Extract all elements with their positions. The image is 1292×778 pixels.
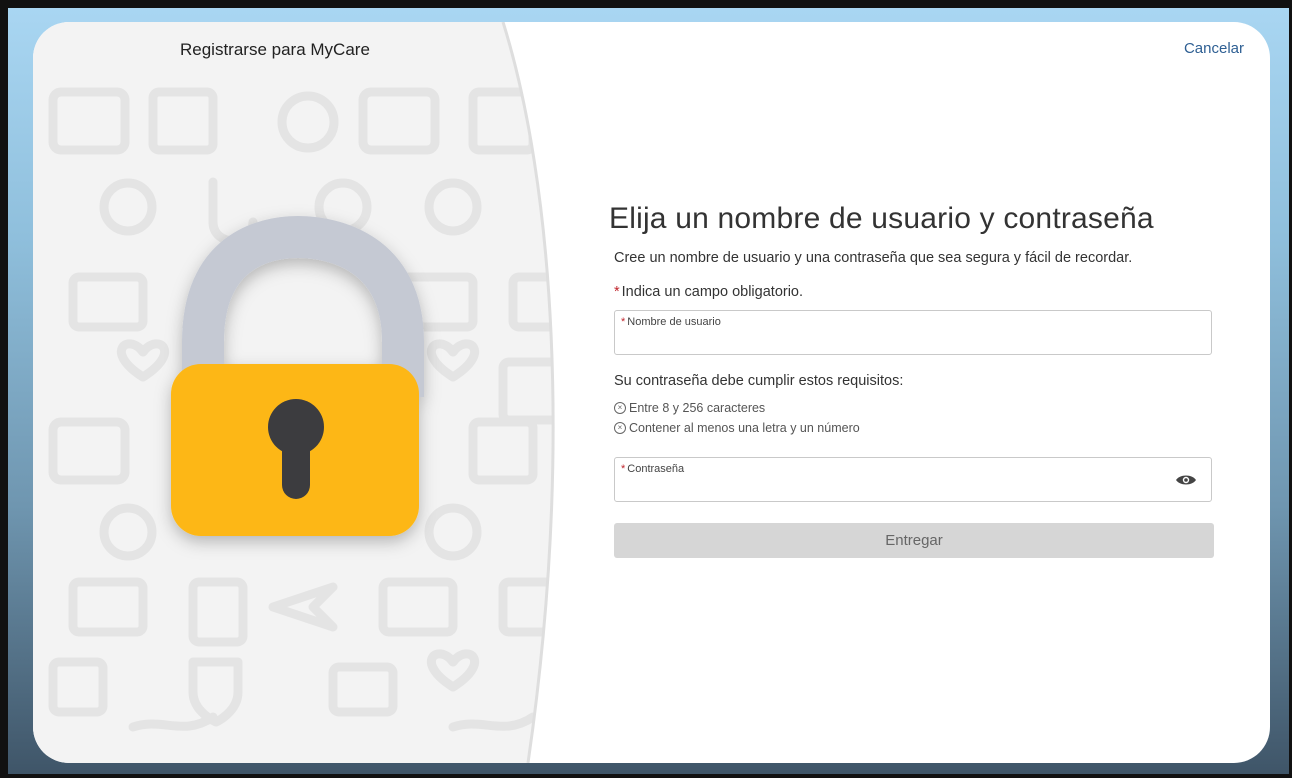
submit-button[interactable]: Entregar (614, 523, 1214, 558)
x-circle-icon: × (614, 402, 626, 414)
cancel-link[interactable]: Cancelar (1184, 40, 1244, 57)
username-label: * Nombre de usuario (621, 316, 721, 328)
registration-form: Elija un nombre de usuario y contraseña … (609, 202, 1214, 558)
lock-illustration (33, 22, 555, 763)
page-heading: Elija un nombre de usuario y contraseña (609, 202, 1154, 235)
required-field-note: * Indica un campo obligatorio. (614, 284, 1214, 300)
password-label: * Contraseña (621, 463, 685, 475)
keyhole (282, 432, 310, 499)
password-requirements-list: × Entre 8 y 256 caracteres × Contener al… (614, 401, 1214, 435)
x-circle-icon: × (614, 422, 626, 434)
list-item: × Contener al menos una letra y un númer… (614, 421, 1214, 435)
page-subtext: Cree un nombre de usuario y una contrase… (614, 250, 1133, 266)
password-field[interactable]: * Contraseña (614, 457, 1212, 502)
required-star: * (614, 284, 620, 300)
username-field[interactable]: * Nombre de usuario (614, 310, 1212, 355)
username-input[interactable] (621, 330, 1171, 350)
password-requirements-title: Su contraseña debe cumplir estos requisi… (614, 373, 904, 389)
signup-title: Registrarse para MyCare (180, 40, 370, 59)
list-item: × Entre 8 y 256 caracteres (614, 401, 1214, 415)
required-note-text: Indica un campo obligatorio. (621, 284, 804, 300)
password-input[interactable] (621, 477, 1171, 497)
eye-icon[interactable] (1175, 473, 1197, 487)
illustration-panel (33, 22, 593, 763)
signup-card: Registrarse para MyCare Cancelar Elija u… (33, 22, 1270, 763)
